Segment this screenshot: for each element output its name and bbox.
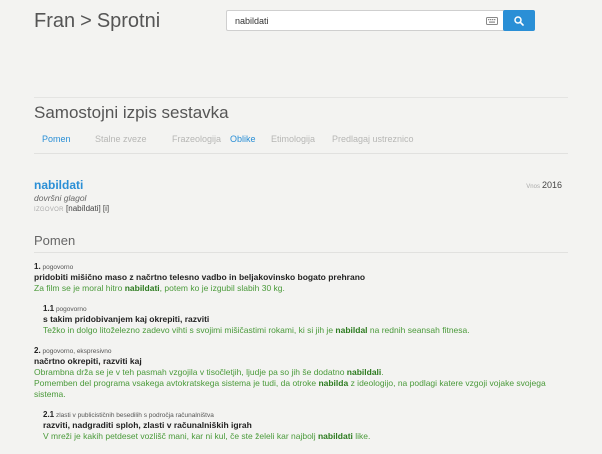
sense-qualifier: pogovorno — [42, 264, 74, 271]
sense-example: Pomemben del programa vsakega avtokratsk… — [34, 378, 546, 399]
tab-oblike[interactable]: Oblike — [230, 134, 256, 144]
sense-1: 1. pogovorno pridobiti mišično maso z na… — [34, 262, 568, 294]
sense-2-1: 2.1 zlasti v publicističnih besedilih s … — [43, 410, 568, 442]
sense-qualifier: zlasti v publicističnih besedilih s podr… — [55, 412, 214, 419]
pronunciation-value: [nabíldati] [i] — [66, 204, 110, 213]
sense-example: Težko in dolgo litoželezno zadevo vihti … — [43, 325, 470, 335]
pronunciation-label: IZGOVOR — [34, 207, 64, 213]
entry-header: nabildati dovršni glagol IZGOVOR [nabíld… — [34, 178, 109, 213]
entry-source: Vnos 2016 — [526, 180, 562, 190]
sense-2: 2. pogovorno, ekspresivno načrtno okrepi… — [34, 346, 568, 400]
sense-number: 1.1 — [43, 304, 55, 313]
site-name[interactable]: Fran — [34, 10, 75, 32]
sense-definition: pridobiti mišično maso z načrtno telesno… — [34, 272, 366, 282]
page-title: Samostojni izpis sestavka — [34, 103, 229, 122]
sense-definition: načrtno okrepiti, razviti kaj — [34, 356, 142, 366]
header: Fran > Sprotni — [0, 0, 602, 92]
sense-definition: razviti, nadgraditi sploh, zlasti v raču… — [43, 420, 252, 430]
tab-stalne-zveze[interactable]: Stalne zveze — [95, 134, 147, 144]
sense-number: 2.1 — [43, 410, 55, 419]
tab-bar: Pomen Stalne zveze Frazeologija Oblike E… — [34, 130, 568, 154]
sense-qualifier: pogovorno — [55, 306, 87, 313]
search-icon — [514, 15, 524, 26]
meaning-heading: Pomen — [34, 233, 568, 253]
breadcrumb: Fran > Sprotni — [34, 10, 160, 33]
sense-qualifier: pogovorno, ekspresivno — [42, 348, 112, 355]
section-name[interactable]: Sprotni — [97, 10, 160, 32]
sense-1-1: 1.1 pogovorno s takim pridobivanjem kaj … — [43, 304, 568, 336]
tab-predlagaj-ustreznico[interactable]: Predlagaj ustreznico — [332, 134, 414, 144]
search-button[interactable] — [503, 10, 535, 31]
tab-pomen[interactable]: Pomen — [42, 134, 71, 144]
sense-example: Obrambna drža se je v teh pasmah vzgojil… — [34, 367, 384, 377]
divider — [34, 97, 568, 98]
tab-frazeologija[interactable]: Frazeologija — [172, 134, 221, 144]
headword: nabildati — [34, 178, 84, 192]
source-label: Vnos — [526, 184, 540, 190]
sense-example: Za film se je moral hitro nabildati, pot… — [34, 283, 285, 293]
grammar-label: dovršni glagol — [34, 193, 87, 203]
senses-list: 1. pogovorno pridobiti mišično maso z na… — [34, 262, 568, 452]
pronunciation: IZGOVOR [nabíldati] [i] — [34, 204, 109, 213]
sense-number: 2. — [34, 346, 41, 355]
sense-number: 1. — [34, 262, 41, 271]
keyboard-icon[interactable] — [483, 13, 501, 28]
tab-etimologija[interactable]: Etimologija — [271, 134, 315, 144]
search-input[interactable] — [227, 11, 497, 30]
breadcrumb-separator: > — [80, 10, 92, 32]
sense-definition: s takim pridobivanjem kaj okrepiti, razv… — [43, 314, 210, 324]
sense-example: V mreži je kakih petdeset vozlišč mani, … — [43, 431, 371, 441]
source-year: 2016 — [541, 180, 562, 190]
page: Fran>Sprotni Sa — [0, 0, 602, 454]
search-box — [226, 10, 535, 31]
